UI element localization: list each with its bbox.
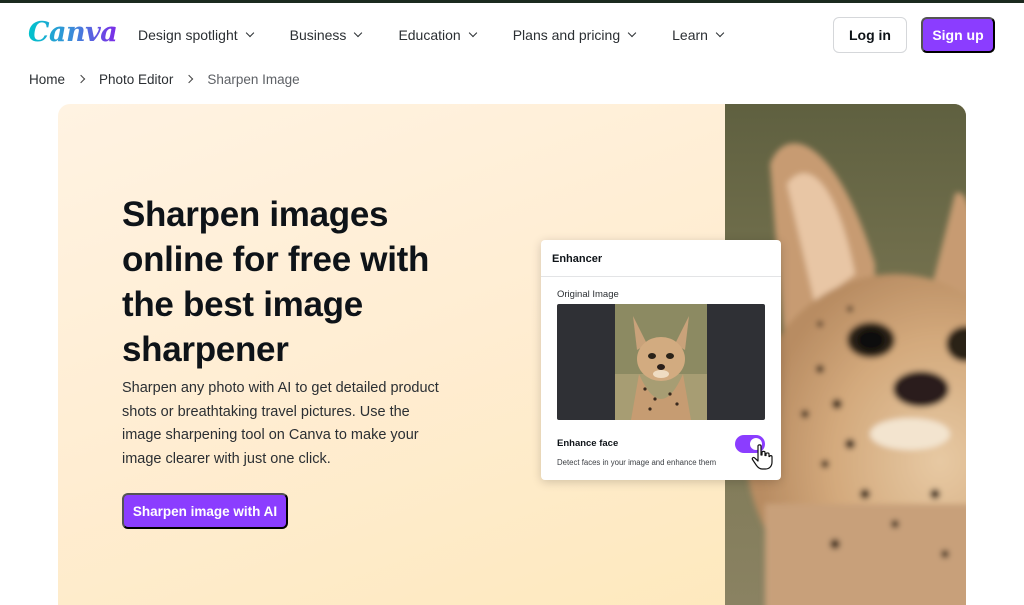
nav-design-spotlight[interactable]: Design spotlight	[138, 27, 254, 43]
chevron-down-icon	[468, 28, 477, 38]
sharpen-image-button[interactable]: Sharpen image with AI	[122, 493, 288, 529]
breadcrumb: Home Photo Editor Sharpen Image	[29, 70, 300, 88]
enhance-face-label: Enhance face	[557, 438, 619, 449]
canva-logo[interactable]: Canva	[28, 17, 118, 48]
chevron-down-icon	[715, 28, 725, 38]
enhance-face-description: Detect faces in your image and enhance t…	[557, 458, 717, 467]
nav-label: Plans and pricing	[512, 27, 621, 43]
card-divider	[541, 276, 781, 277]
nav-label: Learn	[672, 27, 708, 43]
hero-description: Sharpen any photo with AI to get detaile…	[122, 380, 439, 467]
original-image-preview	[557, 304, 765, 420]
chevron-down-icon	[354, 28, 363, 38]
breadcrumb-photo-editor[interactable]: Photo Editor	[99, 72, 173, 87]
breadcrumb-home[interactable]: Home	[29, 72, 65, 87]
hand-cursor-icon	[751, 444, 773, 470]
original-image-label: Original Image	[557, 289, 619, 300]
signup-button[interactable]: Sign up	[921, 17, 995, 53]
main-nav: Design spotlight Business Education Plan…	[138, 3, 760, 67]
card-title: Enhancer	[552, 253, 603, 265]
nav-learn[interactable]: Learn	[672, 27, 725, 43]
chevron-down-icon	[245, 28, 254, 38]
nav-label: Business	[289, 27, 347, 43]
hero-title: Sharpen images online for free with the …	[122, 195, 430, 369]
nav-label: Education	[398, 27, 461, 43]
nav-plans-and-pricing[interactable]: Plans and pricing	[512, 27, 637, 43]
login-button[interactable]: Log in	[833, 17, 907, 53]
breadcrumb-current: Sharpen Image	[207, 71, 300, 87]
chevron-right-icon	[76, 74, 86, 84]
serval-thumbnail	[615, 304, 707, 420]
chevron-down-icon	[627, 28, 637, 38]
enhancer-card: Enhancer Original Image Enhance face Det…	[541, 240, 781, 480]
serval-thumbnail-illustration	[615, 304, 707, 420]
chevron-right-icon	[185, 74, 194, 84]
nav-business[interactable]: Business	[289, 27, 363, 43]
nav-education[interactable]: Education	[398, 27, 477, 43]
nav-label: Design spotlight	[138, 27, 238, 43]
hero-section: Sharpen images online for free with the …	[58, 104, 966, 605]
site-header: Canva Design spotlight Business Educatio…	[0, 3, 1024, 67]
